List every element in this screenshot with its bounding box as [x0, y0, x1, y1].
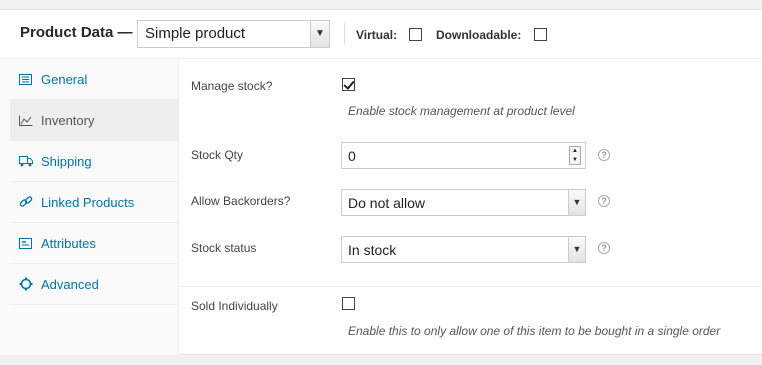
tab-general-label: General	[41, 72, 88, 87]
stock-qty-help-icon[interactable]: ?	[598, 149, 610, 161]
tab-attributes-label: Attributes	[41, 236, 96, 251]
product-type-select[interactable]: Simple product ▼	[137, 20, 330, 48]
tab-general[interactable]: General	[10, 59, 179, 100]
panel-header: Product Data — Simple product ▼ Virtual:…	[0, 10, 762, 59]
stock-qty-label: Stock Qty	[191, 148, 244, 162]
stock-status-help-icon[interactable]: ?	[598, 242, 610, 254]
header-divider	[344, 23, 345, 45]
product-type-value: Simple product	[145, 25, 246, 42]
tab-advanced[interactable]: Advanced	[10, 264, 179, 305]
manage-stock-description: Enable stock management at product level	[348, 104, 575, 118]
chevron-down-icon: ▼	[568, 237, 585, 262]
stepper-up-icon[interactable]: ▲	[570, 147, 580, 155]
section-divider	[179, 286, 762, 287]
inventory-icon	[18, 113, 33, 127]
product-data-tabs: General Inventory Shipping Linked Produc…	[0, 59, 179, 355]
attributes-icon	[18, 236, 33, 250]
tab-advanced-label: Advanced	[41, 277, 99, 292]
manage-stock-label: Manage stock?	[191, 79, 273, 93]
stepper-down-icon[interactable]: ▼	[570, 156, 580, 164]
quantity-stepper[interactable]: ▲ ▼	[569, 146, 581, 165]
tab-linked-products[interactable]: Linked Products	[10, 182, 179, 223]
stock-status-value: In stock	[348, 242, 397, 258]
general-icon	[18, 72, 33, 86]
product-data-panel: Product Data — Simple product ▼ Virtual:…	[0, 9, 762, 355]
stock-status-select[interactable]: In stock ▼	[341, 236, 586, 263]
backorders-help-icon[interactable]: ?	[598, 195, 610, 207]
sold-individually-description: Enable this to only allow one of this it…	[348, 324, 721, 338]
backorders-select[interactable]: Do not allow ▼	[341, 189, 586, 216]
chevron-down-icon: ▼	[310, 21, 329, 47]
sold-individually-label: Sold Individually	[191, 299, 278, 313]
tab-shipping[interactable]: Shipping	[10, 141, 179, 182]
manage-stock-checkbox[interactable]	[342, 78, 355, 91]
tab-linked-products-label: Linked Products	[41, 195, 135, 210]
tab-attributes[interactable]: Attributes	[10, 223, 179, 264]
sold-individually-checkbox[interactable]	[342, 297, 355, 310]
truck-icon	[18, 154, 33, 168]
panel-title: Product Data —	[20, 24, 133, 41]
stock-qty-input[interactable]: 0 ▲ ▼	[341, 142, 586, 169]
stock-qty-value: 0	[348, 148, 356, 164]
downloadable-label: Downloadable:	[436, 28, 522, 42]
link-icon	[18, 195, 33, 209]
backorders-value: Do not allow	[348, 195, 426, 211]
virtual-label: Virtual:	[356, 28, 398, 42]
chevron-down-icon: ▼	[568, 190, 585, 215]
downloadable-checkbox[interactable]	[534, 28, 547, 41]
tab-inventory-label: Inventory	[41, 113, 95, 128]
tab-inventory[interactable]: Inventory	[10, 100, 179, 141]
backorders-label: Allow Backorders?	[191, 194, 291, 208]
virtual-checkbox[interactable]	[409, 28, 422, 41]
tab-shipping-label: Shipping	[41, 154, 92, 169]
gear-icon	[18, 277, 33, 291]
stock-status-label: Stock status	[191, 241, 257, 255]
